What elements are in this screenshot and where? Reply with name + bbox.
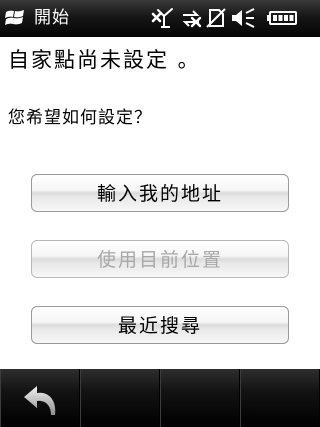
softkey-back[interactable] — [0, 369, 80, 427]
softkey-4[interactable] — [240, 369, 320, 427]
battery-icon[interactable] — [266, 7, 298, 29]
windows-logo-icon — [5, 10, 24, 25]
no-sim-icon[interactable] — [206, 7, 226, 29]
use-current-location-button[interactable]: 使用目前位置 — [31, 240, 289, 278]
back-icon — [24, 386, 56, 415]
softkey-2[interactable] — [80, 369, 160, 427]
start-label: 開始 — [34, 8, 70, 28]
setup-question: 您希望如何設定？ — [8, 108, 152, 128]
volume-icon[interactable] — [230, 7, 256, 29]
signal-off-icon[interactable] — [150, 7, 176, 29]
status-bar: 開始 — [0, 0, 320, 37]
start-button[interactable]: 開始 — [0, 0, 80, 37]
page-heading: 自家點尚未設定 。 — [8, 48, 201, 72]
enter-address-button[interactable]: 輸入我的地址 — [31, 174, 289, 212]
softkey-3[interactable] — [160, 369, 240, 427]
softkey-bar — [0, 369, 320, 427]
recent-search-button[interactable]: 最近搜尋 — [31, 306, 289, 344]
data-off-icon[interactable] — [179, 7, 203, 29]
